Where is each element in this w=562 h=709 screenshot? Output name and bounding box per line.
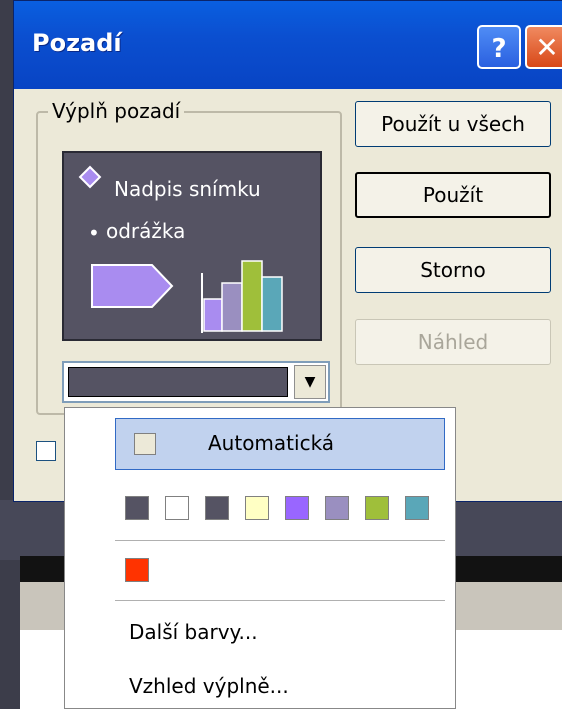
palette-color-swatch[interactable] xyxy=(165,496,189,520)
more-colors-item[interactable]: Další barvy... xyxy=(129,620,258,644)
menu-separator xyxy=(115,540,445,541)
apply-all-button[interactable]: Použít u všech xyxy=(355,101,551,147)
chart-bar-3 xyxy=(241,260,263,332)
apply-button[interactable]: Použít xyxy=(355,172,551,218)
chart-bar-4 xyxy=(261,276,283,332)
fill-effects-item[interactable]: Vzhled výplně... xyxy=(129,674,289,698)
cancel-button[interactable]: Storno xyxy=(355,247,551,293)
preview-button[interactable]: Náhled xyxy=(355,319,551,365)
background-color-select[interactable]: ▼ xyxy=(62,361,330,403)
help-button[interactable]: ? xyxy=(477,25,521,69)
dialog-title: Pozadí xyxy=(32,29,122,57)
menu-separator xyxy=(115,600,445,601)
palette-color-swatch[interactable] xyxy=(125,496,149,520)
fill-groupbox-label: Výplň pozadí xyxy=(48,99,185,123)
close-button[interactable]: ✕ xyxy=(525,25,562,69)
dropdown-arrow-icon[interactable]: ▼ xyxy=(294,365,326,399)
automatic-color-option[interactable]: Automatická xyxy=(115,418,445,470)
automatic-color-label: Automatická xyxy=(208,431,335,455)
arrow-shape-icon xyxy=(91,264,174,308)
menu-gutter xyxy=(65,408,105,708)
recent-color-swatch[interactable] xyxy=(125,558,149,582)
chart-bar-2 xyxy=(221,282,243,332)
title-bar[interactable]: Pozadí ? ✕ xyxy=(14,1,562,89)
palette-color-swatch[interactable] xyxy=(245,496,269,520)
color-dropdown-menu: Automatická Další barvy... Vzhled výplně… xyxy=(64,407,456,709)
preview-shapes xyxy=(91,260,283,333)
omit-master-graphics-checkbox[interactable] xyxy=(36,441,56,461)
palette-color-swatch[interactable] xyxy=(285,496,309,520)
automatic-color-swatch xyxy=(134,433,156,455)
palette-color-swatch[interactable] xyxy=(405,496,429,520)
palette-color-swatch[interactable] xyxy=(365,496,389,520)
selected-color-swatch xyxy=(68,367,288,397)
fill-preview: Nadpis snímku • odrážka xyxy=(62,151,322,341)
palette-color-swatch[interactable] xyxy=(205,496,229,520)
palette-color-swatch[interactable] xyxy=(325,496,349,520)
chart-bar-1 xyxy=(203,298,223,332)
